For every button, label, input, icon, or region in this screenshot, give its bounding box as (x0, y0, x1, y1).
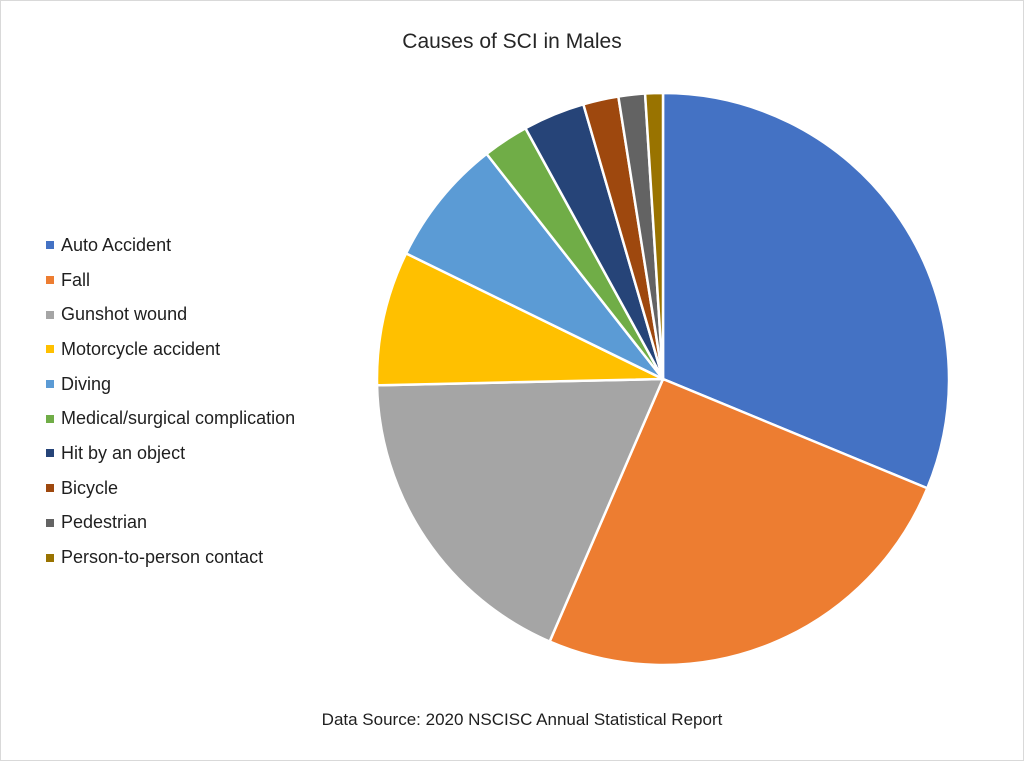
data-source-note: Data Source: 2020 NSCISC Annual Statisti… (321, 710, 723, 729)
pie-chart (375, 91, 951, 667)
